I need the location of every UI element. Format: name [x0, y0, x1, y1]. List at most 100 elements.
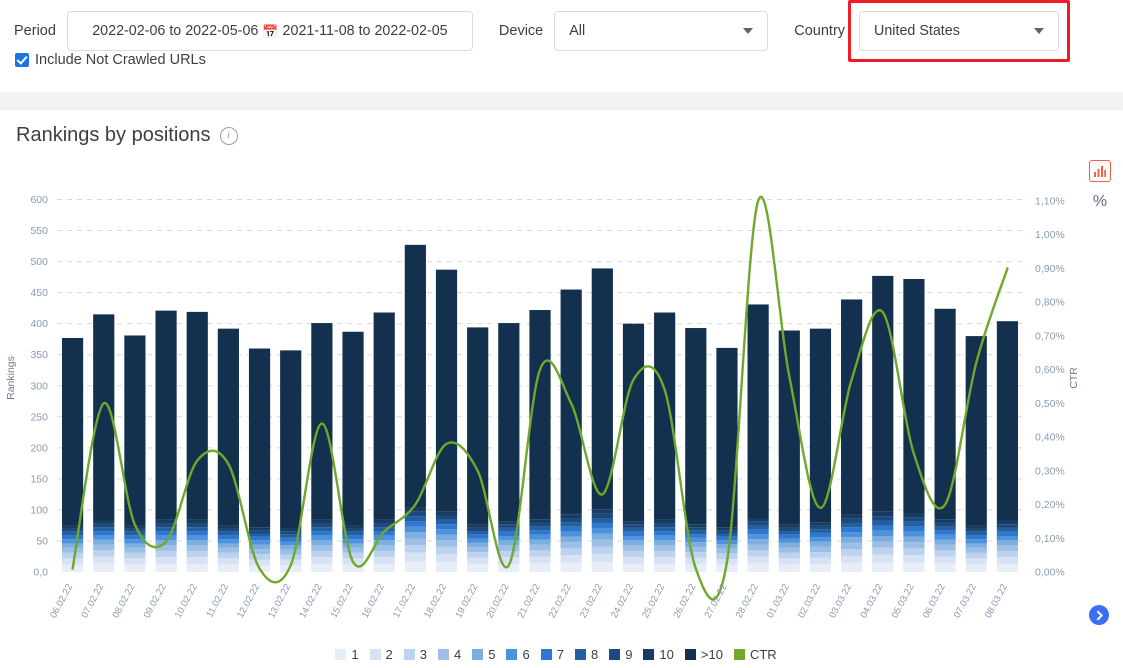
bar-segment-1: [155, 564, 176, 572]
bar-column[interactable]: [561, 290, 582, 572]
bar-segment-1: [218, 565, 239, 572]
legend-item-7[interactable]: 7: [541, 647, 564, 662]
bar-column[interactable]: [623, 324, 644, 572]
bar-column[interactable]: [218, 329, 239, 572]
bar-segment-2: [592, 554, 613, 562]
bar-segment-gt10: [249, 349, 270, 528]
legend-item-10[interactable]: 10: [643, 647, 673, 662]
bar-segment-6: [374, 535, 395, 540]
period-range-input[interactable]: 2022-02-06 to 2022-05-06 📅 2021-11-08 to…: [67, 11, 473, 51]
bar-segment-6: [748, 534, 769, 539]
bar-column[interactable]: [997, 321, 1018, 572]
bar-segment-5: [342, 543, 363, 547]
rankings-card: Rankings by positions i % 0,050100150200…: [0, 110, 1123, 668]
legend-item-5[interactable]: 5: [472, 647, 495, 662]
legend-item-4[interactable]: 4: [438, 647, 461, 662]
bar-segment-9: [592, 514, 613, 518]
bar-segment-5: [93, 540, 114, 545]
bar-segment-2: [685, 558, 706, 564]
device-select[interactable]: All: [554, 11, 768, 51]
bar-segment-4: [405, 538, 426, 545]
bar-segment-3: [561, 548, 582, 555]
legend-item-6[interactable]: 6: [506, 647, 529, 662]
period-compare-value: 2021-11-08 to 2022-02-05: [283, 23, 448, 39]
legend-item-2[interactable]: 2: [370, 647, 393, 662]
bar-segment-gt10: [498, 323, 519, 521]
app-root: Period 2022-02-06 to 2022-05-06 📅 2021-1…: [0, 0, 1123, 668]
bar-column[interactable]: [841, 299, 862, 572]
bar-segment-10: [436, 512, 457, 516]
bar-segment-4: [841, 543, 862, 549]
x-axis-tick-label: 12.02.22: [235, 582, 262, 620]
legend-swatch-icon: [541, 649, 552, 660]
bar-column[interactable]: [592, 268, 613, 572]
bar-segment-6: [997, 536, 1018, 540]
bar-segment-6: [561, 532, 582, 537]
bar-segment-4: [903, 542, 924, 548]
bar-column[interactable]: [872, 276, 893, 572]
legend-item-gt10[interactable]: >10: [685, 647, 723, 662]
bar-column[interactable]: [529, 310, 550, 572]
bar-column[interactable]: [467, 327, 488, 572]
bar-segment-6: [592, 528, 613, 534]
bar-column[interactable]: [935, 309, 956, 572]
info-icon[interactable]: i: [220, 127, 238, 145]
bar-segment-2: [623, 557, 644, 564]
y-axis-title: Rankings: [5, 356, 17, 400]
bar-segment-10: [498, 521, 519, 524]
bar-segment-6: [529, 535, 550, 540]
bar-segment-8: [218, 532, 239, 536]
bar-segment-5: [218, 543, 239, 547]
legend-label: 9: [625, 647, 632, 662]
legend-item-8[interactable]: 8: [575, 647, 598, 662]
legend-item-1[interactable]: 1: [335, 647, 358, 662]
bar-segment-8: [436, 520, 457, 524]
bar-segment-5: [405, 532, 426, 538]
bar-segment-4: [218, 548, 239, 553]
bar-segment-7: [561, 527, 582, 532]
bar-column[interactable]: [311, 323, 332, 572]
bar-column[interactable]: [405, 245, 426, 572]
bar-column[interactable]: [249, 349, 270, 572]
calendar-icon: 📅: [262, 25, 278, 38]
bar-segment-6: [311, 535, 332, 540]
bar-segment-4: [966, 548, 987, 553]
bar-column[interactable]: [62, 338, 83, 572]
bar-segment-3: [623, 551, 644, 557]
bar-segment-1: [592, 562, 613, 572]
y-axis-tick-label: 50: [36, 535, 48, 547]
legend-item-9[interactable]: 9: [609, 647, 632, 662]
x-axis-tick-label: 26.02.22: [671, 582, 698, 620]
bar-column[interactable]: [779, 331, 800, 572]
x-axis-tick-label: 08.03.22: [983, 582, 1010, 620]
legend-swatch-icon: [685, 649, 696, 660]
bar-segment-10: [779, 525, 800, 528]
bar-segment-9: [748, 522, 769, 526]
include-not-crawled-row[interactable]: Include Not Crawled URLs: [15, 52, 206, 68]
legend-item-3[interactable]: 3: [404, 647, 427, 662]
bar-segment-2: [93, 556, 114, 563]
y2-axis-tick-label: 0,90%: [1035, 263, 1065, 275]
bar-column[interactable]: [187, 312, 208, 572]
country-select[interactable]: United States: [859, 11, 1059, 51]
bar-column[interactable]: [654, 313, 675, 572]
bar-column[interactable]: [966, 336, 987, 572]
bar-column[interactable]: [716, 348, 737, 572]
legend-item-CTR[interactable]: CTR: [734, 647, 777, 662]
bar-column[interactable]: [436, 270, 457, 572]
bar-column[interactable]: [155, 311, 176, 572]
bar-column[interactable]: [748, 304, 769, 572]
bar-segment-10: [561, 514, 582, 518]
bar-segment-3: [498, 551, 519, 557]
legend-label: 2: [386, 647, 393, 662]
include-not-crawled-checkbox[interactable]: [15, 53, 29, 67]
device-label: Device: [499, 23, 543, 39]
bar-column[interactable]: [93, 314, 114, 572]
bar-segment-9: [654, 524, 675, 528]
bar-segment-3: [311, 551, 332, 557]
bar-segment-1: [467, 564, 488, 572]
bar-segment-4: [529, 545, 550, 551]
bar-segment-7: [187, 531, 208, 535]
bar-column[interactable]: [810, 329, 831, 572]
bar-segment-10: [467, 525, 488, 528]
